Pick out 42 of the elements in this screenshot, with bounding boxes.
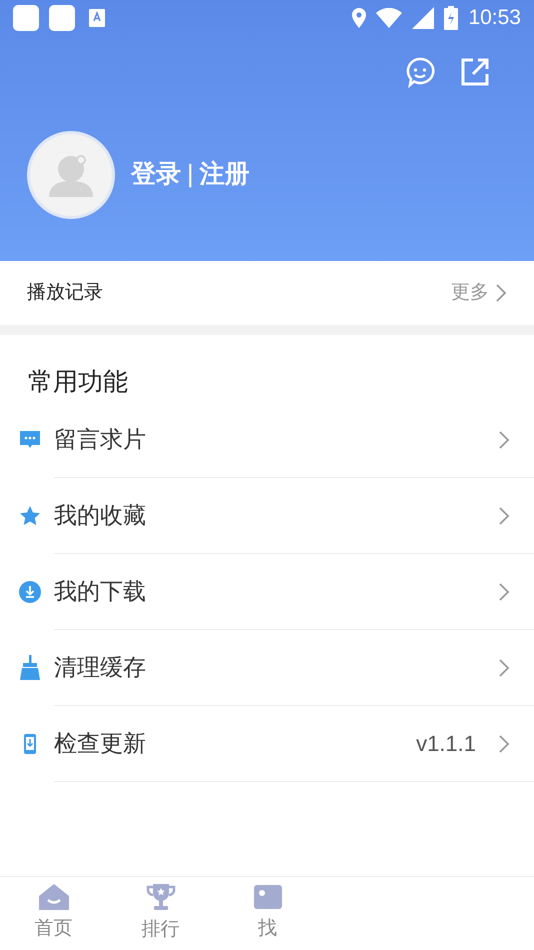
card-icon: [252, 883, 284, 912]
battery-icon: [444, 6, 458, 30]
menu-label: 我的收藏: [54, 501, 147, 530]
download-icon: [18, 580, 42, 604]
history-title: 播放记录: [27, 280, 104, 305]
star-icon: [18, 504, 42, 528]
trophy-icon: [144, 882, 176, 912]
notification-icon: [49, 5, 75, 31]
menu-item[interactable]: 清理缓存: [0, 630, 534, 706]
keyboard-icon: [89, 9, 105, 27]
nav-tab[interactable]: 找: [214, 877, 321, 950]
house-icon: [38, 883, 70, 912]
section-title: 常用功能: [28, 366, 128, 398]
menu-item[interactable]: 我的下载: [0, 554, 534, 630]
share-icon[interactable]: [460, 56, 490, 88]
menu-item[interactable]: 我的收藏: [0, 478, 534, 554]
nav-tab[interactable]: 排行: [107, 877, 214, 950]
chevron-icon: [498, 734, 510, 754]
chevron-icon: [498, 658, 510, 678]
broom-icon: [18, 655, 42, 681]
version-text: v1.1.1: [416, 730, 476, 758]
chevron-icon: [498, 582, 510, 602]
menu-label: 留言求片: [54, 425, 147, 454]
location-icon: [352, 8, 366, 28]
chevron-icon: [498, 506, 510, 526]
menu-label: 检查更新: [54, 729, 147, 758]
register-link[interactable]: 注册: [200, 156, 250, 194]
notification-icon: [13, 5, 39, 31]
wifi-icon: [376, 8, 402, 28]
chevron-icon: [498, 430, 510, 450]
nav-tab[interactable]: 首页: [0, 877, 107, 950]
separator-text: |: [187, 159, 194, 190]
login-link[interactable]: 登录: [131, 156, 181, 194]
menu-label: 我的下载: [54, 577, 147, 606]
chevron-icon: [495, 283, 507, 303]
menu-item[interactable]: 留言求片: [0, 402, 534, 478]
signal-icon: [412, 7, 434, 29]
menu-label: 清理缓存: [54, 653, 147, 682]
feedback-icon[interactable]: [404, 56, 436, 88]
more-link[interactable]: 更多: [451, 278, 507, 308]
status-time: 10:53: [468, 5, 521, 32]
menu-item[interactable]: 检查更新 v1.1.1: [0, 706, 534, 782]
